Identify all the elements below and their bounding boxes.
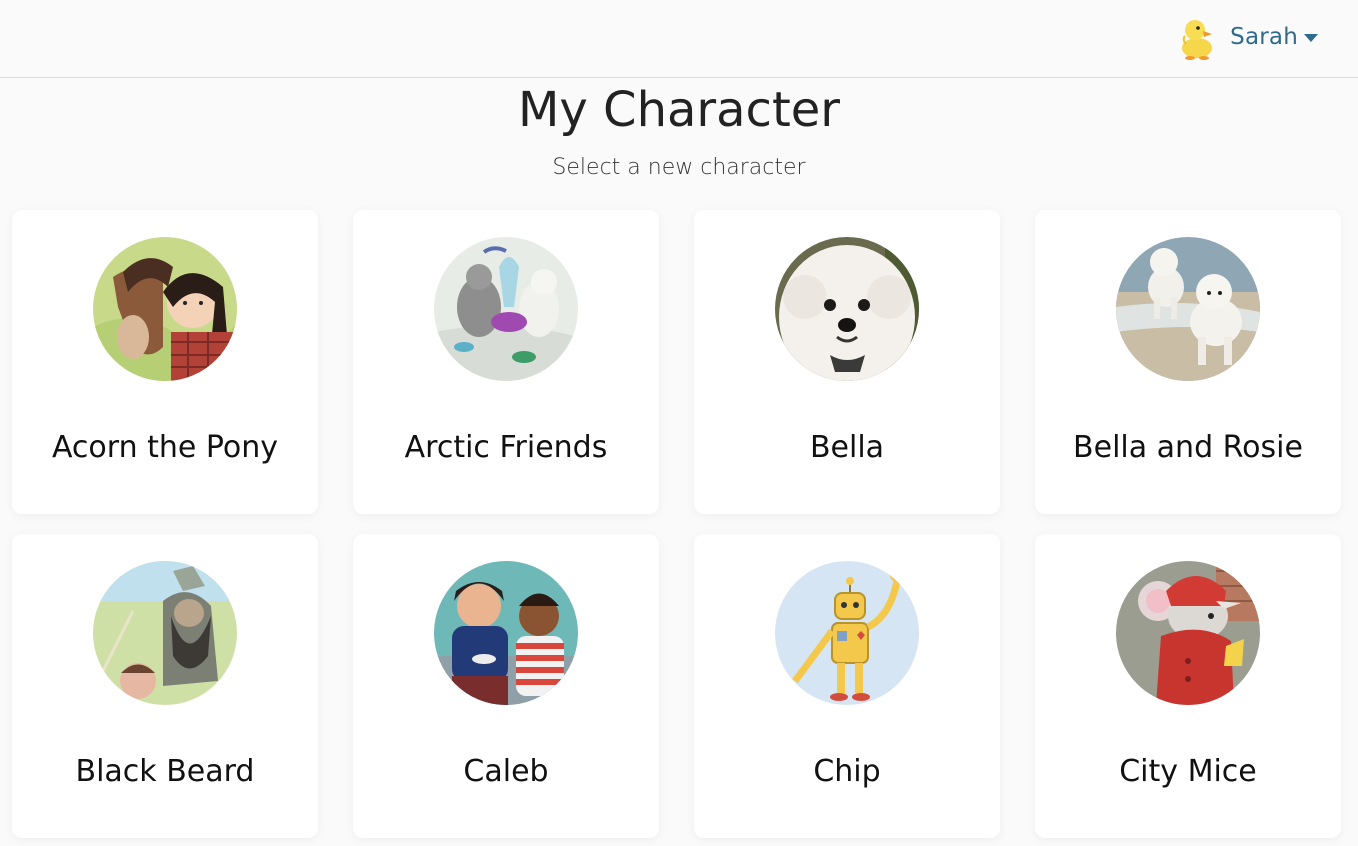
- character-card-city-mice[interactable]: City Mice: [1035, 534, 1341, 838]
- character-name: Caleb: [463, 754, 549, 789]
- arctic-animals-portrait: [434, 237, 578, 381]
- character-name: Chip: [813, 754, 881, 789]
- user-name[interactable]: Sarah: [1230, 24, 1298, 50]
- character-name: Black Beard: [75, 754, 255, 789]
- character-card-caleb[interactable]: Caleb: [353, 534, 659, 838]
- pirate-portrait: [93, 561, 237, 705]
- character-name: Acorn the Pony: [51, 430, 279, 465]
- top-navbar: Sarah: [0, 0, 1358, 78]
- character-name: Bella and Rosie: [1073, 430, 1303, 465]
- robot-portrait: [775, 561, 919, 705]
- character-name: Bella: [809, 430, 885, 465]
- character-name: City Mice: [1119, 754, 1257, 789]
- chevron-down-icon[interactable]: [1304, 34, 1318, 42]
- character-card-acorn-the-pony[interactable]: Acorn the Pony: [12, 210, 318, 514]
- character-card-chip[interactable]: Chip: [694, 534, 1000, 838]
- character-card-arctic-friends[interactable]: Arctic Friends: [353, 210, 659, 514]
- character-card-bella[interactable]: Bella: [694, 210, 1000, 514]
- character-card-black-beard[interactable]: Black Beard: [12, 534, 318, 838]
- character-card-bella-and-rosie[interactable]: Bella and Rosie: [1035, 210, 1341, 514]
- duckling-icon: [1182, 20, 1213, 60]
- character-name: Arctic Friends: [404, 430, 608, 465]
- mouse-portrait: [1116, 561, 1260, 705]
- page-title: My Character: [517, 82, 841, 138]
- page-subtitle: Select a new character: [552, 155, 806, 180]
- character-grid: Acorn the Pony Arctic Friends Bella Bell…: [12, 210, 1341, 838]
- white-dog-portrait: [775, 237, 919, 381]
- two-kids-portrait: [434, 561, 578, 705]
- pony-and-girl-portrait: [93, 237, 237, 381]
- user-menu-dropdown[interactable]: Sarah: [1174, 14, 1318, 60]
- two-dogs-beach-portrait: [1116, 237, 1260, 381]
